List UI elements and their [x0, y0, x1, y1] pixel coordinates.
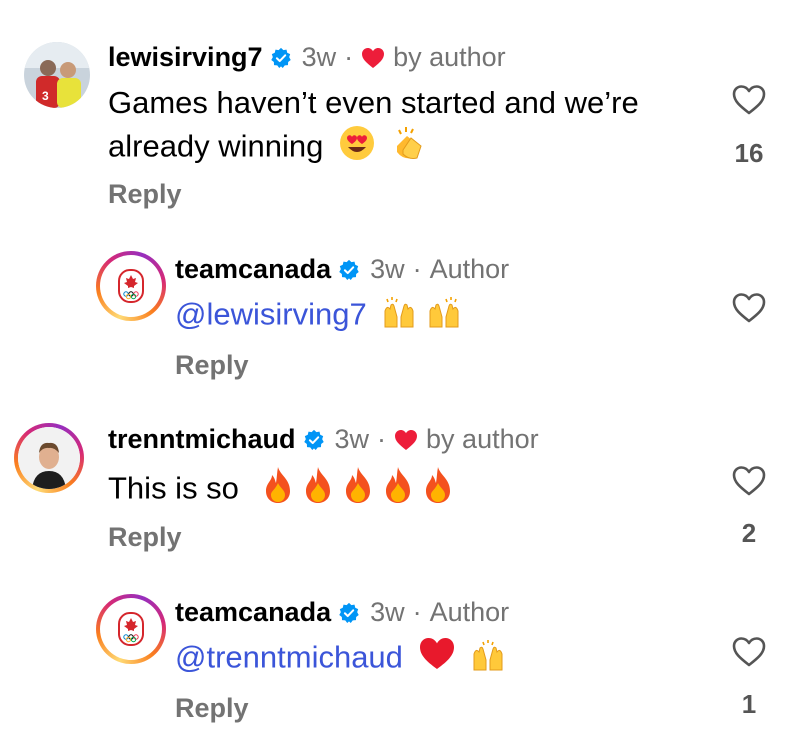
- liked-by-author-label: by author: [393, 42, 506, 72]
- reply-button[interactable]: Reply: [175, 693, 249, 724]
- timestamp: 3w: [370, 597, 405, 627]
- comment-text: @lewisirving7: [175, 293, 765, 340]
- like-outline-icon[interactable]: [732, 636, 766, 673]
- avatar-trenntmichaud[interactable]: [14, 423, 84, 493]
- like-count: 16: [734, 138, 764, 168]
- username[interactable]: teamcanada: [175, 597, 331, 628]
- like-count: 2: [741, 518, 757, 548]
- verified-badge-icon: [303, 429, 325, 451]
- comment-body-text: This is so: [108, 470, 239, 506]
- avatar-photo: [18, 427, 80, 489]
- fire-emoji: [340, 465, 376, 516]
- heart-icon: [361, 47, 385, 69]
- team-canada-logo: [100, 255, 162, 317]
- avatar-teamcanada[interactable]: [96, 594, 166, 664]
- liked-by-author-label: by author: [426, 424, 539, 454]
- clapping-emoji: [391, 124, 429, 173]
- red-heart-emoji: [418, 636, 456, 683]
- timestamp: 3w: [301, 42, 337, 72]
- verified-badge-icon: [338, 259, 360, 281]
- comment-text: Games haven’t even started and we’re alr…: [108, 82, 698, 173]
- verified-badge-icon: [270, 47, 292, 69]
- like-outline-icon[interactable]: [732, 465, 766, 502]
- separator-dot: ·: [412, 254, 422, 284]
- timestamp: 3w: [370, 254, 405, 284]
- separator-dot: ·: [412, 597, 422, 627]
- username[interactable]: trenntmichaud: [108, 424, 296, 455]
- verified-badge-icon: [338, 602, 360, 624]
- heart-eyes-emoji: [338, 124, 376, 173]
- comment-text: @trenntmichaud: [175, 636, 765, 683]
- username[interactable]: teamcanada: [175, 254, 331, 285]
- author-label: Author: [429, 254, 510, 284]
- team-canada-logo: [100, 598, 162, 660]
- reply-button[interactable]: Reply: [108, 522, 182, 553]
- avatar-lewisirving7[interactable]: 3: [24, 42, 90, 108]
- reply-button[interactable]: Reply: [108, 179, 182, 210]
- mention-link[interactable]: @trenntmichaud: [175, 640, 403, 675]
- author-label: Author: [429, 597, 510, 627]
- fire-emoji: [420, 465, 456, 516]
- mention-link[interactable]: @lewisirving7: [175, 297, 367, 332]
- username[interactable]: lewisirving7: [108, 42, 263, 73]
- fire-emoji: [260, 465, 296, 516]
- fire-emoji: [380, 465, 416, 516]
- separator-dot: ·: [344, 42, 354, 72]
- heart-icon: [394, 429, 418, 451]
- like-outline-icon[interactable]: [732, 84, 766, 121]
- comment-text: This is so: [108, 465, 698, 516]
- avatar-teamcanada[interactable]: [96, 251, 166, 321]
- raised-hands-emoji: [381, 293, 417, 340]
- raised-hands-emoji: [426, 293, 462, 340]
- timestamp: 3w: [334, 424, 370, 454]
- svg-text:3: 3: [42, 89, 49, 103]
- raised-hands-emoji: [470, 636, 506, 683]
- like-count: 1: [741, 689, 757, 719]
- like-outline-icon[interactable]: [732, 292, 766, 329]
- reply-button[interactable]: Reply: [175, 350, 249, 381]
- fire-emoji-row: [248, 467, 456, 506]
- separator-dot: ·: [377, 424, 387, 454]
- fire-emoji: [300, 465, 336, 516]
